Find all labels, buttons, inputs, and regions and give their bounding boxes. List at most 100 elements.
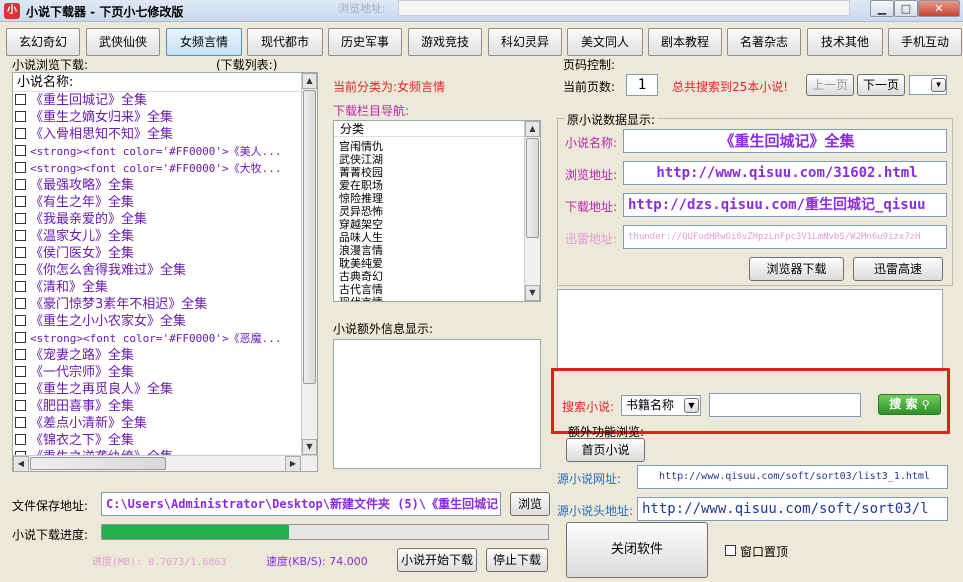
category-vscroll[interactable]: ▲ ▼ (524, 121, 540, 301)
list-item-checkbox[interactable] (15, 94, 26, 105)
page-select[interactable]: ▼ (909, 75, 947, 95)
list-item[interactable]: 《豪门惊梦3素年不相迟》全集 (13, 296, 301, 313)
tab-jishu[interactable]: 技术其他 (807, 28, 883, 56)
list-item[interactable]: 《重生之再觅良人》全集 (13, 381, 301, 398)
list-item-checkbox[interactable] (15, 196, 26, 207)
list-item-checkbox[interactable] (15, 128, 26, 139)
scroll-right-arrow[interactable]: ▶ (285, 456, 301, 472)
tab-lishi[interactable]: 历史军事 (328, 28, 402, 56)
category-item[interactable]: 现代言情 (339, 296, 519, 301)
list-item[interactable]: <strong><font color='#FF0000'>《美人... (13, 143, 301, 160)
list-item[interactable]: 《入骨相思知不知》全集 (13, 126, 301, 143)
list-item[interactable]: 《有生之年》全集 (13, 194, 301, 211)
list-item-checkbox[interactable] (15, 230, 26, 241)
novel-name-field[interactable]: 《重生回城记》全集 (623, 129, 947, 153)
category-item[interactable]: 古典奇幻 (339, 270, 519, 283)
thunder-url-field[interactable]: thunder://QUFodHRwOi8vZHpzLnFpc3V1LmNvbS… (623, 225, 947, 249)
page-select-arrow-icon[interactable]: ▼ (931, 78, 946, 92)
list-item-checkbox[interactable] (15, 332, 26, 343)
browse-folder-button[interactable]: 浏览 (510, 492, 550, 516)
scroll-down-arrow[interactable]: ▼ (302, 439, 317, 455)
stop-download-button[interactable]: 停止下载 (486, 548, 548, 572)
list-item[interactable]: 《一代宗师》全集 (13, 364, 301, 381)
tab-nvpin[interactable]: 女频言情 (166, 28, 242, 56)
category-item[interactable]: 武侠江湖 (339, 153, 519, 166)
list-item[interactable]: <strong><font color='#FF0000'>《大牧... (13, 160, 301, 177)
cat-scroll-up[interactable]: ▲ (525, 121, 540, 137)
tab-meiwen[interactable]: 美文同人 (567, 28, 643, 56)
list-item-checkbox[interactable] (15, 281, 26, 292)
list-item[interactable]: 《宠妻之路》全集 (13, 347, 301, 364)
list-item[interactable]: 《温家女儿》全集 (13, 228, 301, 245)
list-vscroll[interactable]: ▲ ▼ (301, 73, 317, 455)
tab-wuxia[interactable]: 武侠仙侠 (86, 28, 160, 56)
topmost-checkbox[interactable] (725, 545, 736, 556)
close-button[interactable]: ✕ (918, 0, 960, 17)
list-item-checkbox[interactable] (15, 298, 26, 309)
tab-youxi[interactable]: 游戏竞技 (408, 28, 482, 56)
list-item-checkbox[interactable] (15, 349, 26, 360)
thunder-download-button[interactable]: 迅雷高速 (853, 257, 943, 281)
list-item-checkbox[interactable] (15, 400, 26, 411)
download-url-field[interactable]: http://dzs.qisuu.com/重生回城记_qisuu (623, 193, 947, 217)
list-vscroll-thumb[interactable] (303, 90, 316, 384)
current-page-field[interactable]: 1 (626, 74, 658, 96)
list-item-checkbox[interactable] (15, 213, 26, 224)
category-item[interactable]: 菁菁校园 (339, 166, 519, 179)
list-item-checkbox[interactable] (15, 111, 26, 122)
search-type-select[interactable]: 书籍名称 ▼ (621, 395, 701, 416)
home-novel-button[interactable]: 首页小说 (566, 438, 645, 462)
start-download-button[interactable]: 小说开始下载 (397, 548, 477, 572)
list-item[interactable]: 《重生之嫡女归来》全集 (13, 109, 301, 126)
tab-xuanhuan[interactable]: 玄幻奇幻 (6, 28, 80, 56)
list-item[interactable]: 《重生之小小农家女》全集 (13, 313, 301, 330)
scroll-up-arrow[interactable]: ▲ (302, 73, 317, 89)
list-hscroll[interactable]: ◀ ▶ (13, 455, 317, 472)
category-item[interactable]: 品味人生 (339, 231, 519, 244)
source-head-field[interactable]: http://www.qisuu.com/soft/sort03/l (637, 497, 948, 521)
cat-scroll-down[interactable]: ▼ (525, 285, 540, 301)
list-item[interactable]: 《侯门医女》全集 (13, 245, 301, 262)
tab-mingzhu[interactable]: 名著杂志 (727, 28, 801, 56)
message-area[interactable] (557, 289, 943, 369)
list-item-checkbox[interactable] (15, 247, 26, 258)
list-hscroll-thumb[interactable] (30, 457, 166, 470)
list-item[interactable]: 《肥田喜事》全集 (13, 398, 301, 415)
list-item[interactable]: 《差点小清新》全集 (13, 415, 301, 432)
category-item[interactable]: 浪漫言情 (339, 244, 519, 257)
tab-shouji[interactable]: 手机互动 (888, 28, 962, 56)
scroll-left-arrow[interactable]: ◀ (13, 456, 29, 472)
minimize-button[interactable]: ▁ (870, 0, 894, 17)
tab-dushi[interactable]: 现代都市 (247, 28, 323, 56)
prev-page-button[interactable]: 上一页 (806, 74, 854, 96)
tab-juben[interactable]: 剧本教程 (648, 28, 722, 56)
list-item-checkbox[interactable] (15, 179, 26, 190)
list-item-checkbox[interactable] (15, 145, 26, 156)
list-item[interactable]: 《清和》全集 (13, 279, 301, 296)
tab-kehuan[interactable]: 科幻灵异 (488, 28, 562, 56)
list-item-checkbox[interactable] (15, 417, 26, 428)
list-item[interactable]: 《我最亲爱的》全集 (13, 211, 301, 228)
save-path-field[interactable]: C:\Users\Administrator\Desktop\新建文件夹 (5)… (101, 492, 501, 516)
search-select-arrow-icon[interactable]: ▼ (684, 398, 699, 413)
source-url-field[interactable]: http://www.qisuu.com/soft/sort03/list3_1… (637, 465, 948, 489)
list-item-checkbox[interactable] (15, 366, 26, 377)
category-item[interactable]: 古代言情 (339, 283, 519, 296)
search-input[interactable] (709, 393, 861, 417)
category-vscroll-thumb[interactable] (526, 138, 539, 238)
list-item[interactable]: 《你怎么舍得我难过》全集 (13, 262, 301, 279)
category-item[interactable]: 灵异恐怖 (339, 205, 519, 218)
category-item[interactable]: 穿越架空 (339, 218, 519, 231)
category-item[interactable]: 耽美纯爱 (339, 257, 519, 270)
list-item-checkbox[interactable] (15, 315, 26, 326)
list-item[interactable]: 《重生回城记》全集 (13, 92, 301, 109)
list-item[interactable]: <strong><font color='#FF0000'>《恶魔... (13, 330, 301, 347)
list-item[interactable]: 《最强攻略》全集 (13, 177, 301, 194)
browser-download-button[interactable]: 浏览器下载 (749, 257, 844, 281)
list-item[interactable]: 《锦衣之下》全集 (13, 432, 301, 449)
next-page-button[interactable]: 下一页 (857, 74, 905, 96)
search-button[interactable]: 搜 索 ⚲ (878, 394, 941, 415)
category-item[interactable]: 宫闱情仇 (339, 140, 519, 153)
category-item[interactable]: 爱在职场 (339, 179, 519, 192)
list-item-checkbox[interactable] (15, 383, 26, 394)
